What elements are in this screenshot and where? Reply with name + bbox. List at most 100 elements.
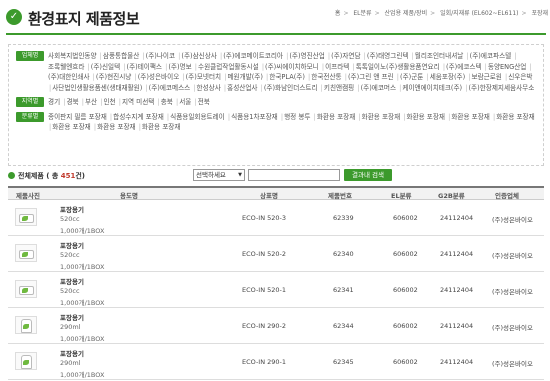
- breadcrumb-el[interactable]: EL분류: [353, 10, 371, 17]
- filter-separator: |: [93, 123, 97, 131]
- filter-link[interactable]: 식품용일회용트레이: [170, 113, 225, 121]
- filter-link[interactable]: 삼풍통합물산: [103, 52, 139, 60]
- filter-link[interactable]: 인천: [103, 98, 115, 106]
- product-el: 606002: [393, 250, 418, 258]
- filter-link[interactable]: 경기: [48, 98, 60, 106]
- filter-link[interactable]: (주)태영그린텍: [367, 52, 409, 60]
- filter-link[interactable]: (주)에코스텍: [446, 63, 481, 71]
- filter-link[interactable]: 부산: [85, 98, 97, 106]
- product-thumbnail[interactable]: [15, 280, 37, 298]
- breadcrumb-disposable[interactable]: 일회/지재류 (EL602~EL611): [440, 10, 518, 17]
- filter-link[interactable]: (주)영진산업: [289, 52, 324, 60]
- filter-link[interactable]: (주)삼신상사: [181, 52, 216, 60]
- product-name[interactable]: 포장용기: [60, 204, 84, 214]
- product-name[interactable]: 포장용기: [60, 348, 84, 358]
- table-row[interactable]: 포장용기 520cc 1,000개/1BOX ECO-IN 520-2 62340 606…: [8, 236, 544, 272]
- filter-link[interactable]: 한국PLA(주): [269, 73, 305, 81]
- filter-link[interactable]: (주)씨에이치하모니: [265, 63, 319, 71]
- filter-tag-category: 분류별: [16, 111, 44, 122]
- filter-link[interactable]: 화환용 포장재: [52, 123, 91, 131]
- filter-link[interactable]: 화환용 포장재: [317, 113, 356, 121]
- filter-link[interactable]: 화환용 포장재: [496, 113, 535, 121]
- filter-link[interactable]: 경북: [66, 98, 78, 106]
- title-divider: [6, 33, 546, 35]
- filter-link[interactable]: 동양ENG산업: [488, 63, 526, 71]
- filter-link[interactable]: 서울: [179, 98, 191, 106]
- filter-link[interactable]: 보람근로원: [472, 73, 502, 81]
- product-name[interactable]: 포장용기: [60, 240, 84, 250]
- filter-link[interactable]: 화환용 포장재: [142, 123, 181, 131]
- filter-link[interactable]: (주)성은바이오: [138, 73, 180, 81]
- filter-link[interactable]: (주)에코머스: [361, 84, 396, 92]
- product-size: 520cc: [60, 287, 80, 295]
- filter-link[interactable]: 세움포장(주): [430, 73, 465, 81]
- filter-link[interactable]: 충북: [161, 98, 173, 106]
- filter-link[interactable]: 이프라텍: [325, 63, 349, 71]
- filter-link[interactable]: 전북: [198, 98, 210, 106]
- table-row[interactable]: 포장용기 290ml 1,000개/1BOX ECO-IN 290-1 62345 606…: [8, 344, 544, 380]
- product-thumbnail[interactable]: [15, 208, 37, 226]
- filter-link[interactable]: (주)에코메스스: [149, 84, 191, 92]
- filter-link[interactable]: 화환용 포장재: [362, 113, 401, 121]
- filter-link[interactable]: (주)대한인쇄사: [48, 73, 90, 81]
- filter-link[interactable]: (주)에코메이트코리아: [223, 52, 283, 60]
- filter-link[interactable]: 행정 봉투: [284, 113, 310, 121]
- filter-separator: |: [166, 112, 170, 121]
- filter-link[interactable]: (주)한장제지세움사무소: [468, 84, 534, 92]
- filter-link[interactable]: (주)모넷터치: [186, 73, 221, 81]
- filter-separator: |: [484, 62, 487, 71]
- product-el: 606002: [393, 286, 418, 294]
- filter-link[interactable]: (주)테이팩스: [127, 63, 162, 71]
- search-button[interactable]: 결과내 검색: [344, 169, 392, 181]
- breadcrumb-industrial[interactable]: 산업용 제품/장비: [385, 10, 428, 17]
- filter-link[interactable]: 메원개발(주): [227, 73, 262, 81]
- filter-link[interactable]: 조록웰엔흐라: [48, 63, 84, 71]
- filter-link[interactable]: (주)자연담: [331, 52, 360, 60]
- product-number: 62340: [333, 250, 354, 258]
- filter-link[interactable]: 톡톡일이노(주)생활용품연요리: [356, 63, 440, 71]
- filter-link[interactable]: (주)군툰: [400, 73, 423, 81]
- search-select[interactable]: 선택하세요 ▼: [193, 169, 245, 181]
- product-name[interactable]: 포장용기: [60, 276, 84, 286]
- product-el: 606002: [393, 322, 418, 330]
- product-thumbnail[interactable]: [15, 352, 37, 370]
- product-name[interactable]: 포장용기: [60, 312, 84, 322]
- product-brand: ECO-IN 290-2: [242, 322, 287, 330]
- leaf-icon: ✓: [6, 9, 22, 25]
- filter-link[interactable]: (주)현진시냥: [96, 73, 131, 81]
- filter-separator: |: [442, 62, 446, 71]
- filter-link[interactable]: (주)그린 앤 프린: [348, 73, 394, 81]
- filter-separator: |: [448, 112, 451, 121]
- table-row[interactable]: 포장용기 520cc 1,000개/1BOX ECO-IN 520-3 62339 606…: [8, 200, 544, 236]
- filter-link[interactable]: 한국전산통: [311, 73, 341, 81]
- filter-link[interactable]: (주)신일텍: [91, 63, 120, 71]
- table-row[interactable]: 포장용기 290ml 1,000개/1BOX ECO-IN 290-2 62344 606…: [8, 308, 544, 344]
- filter-link[interactable]: 한성상사: [197, 84, 221, 92]
- filter-link[interactable]: 사회복지법인동양: [48, 52, 97, 60]
- filter-link[interactable]: 화환용 포장재: [407, 113, 446, 121]
- filter-link[interactable]: (주)에코파스텔: [470, 52, 512, 60]
- col-el: EL분류: [391, 192, 412, 200]
- filter-link[interactable]: 화환용 포장재: [97, 123, 136, 131]
- filter-link[interactable]: 식품용1차포장재: [231, 113, 278, 121]
- filter-link[interactable]: 종이판지 필름 포장재: [48, 113, 107, 121]
- filter-link[interactable]: 신우은박: [508, 73, 532, 81]
- search-input[interactable]: [248, 169, 340, 181]
- filter-link[interactable]: 홍성산업사: [227, 84, 257, 92]
- filter-link[interactable]: (주)화남인더스트리: [264, 84, 318, 92]
- product-thumbnail[interactable]: [15, 316, 37, 334]
- filter-link[interactable]: 합성수지계 포장재: [113, 113, 164, 121]
- breadcrumb-home[interactable]: 홈: [335, 10, 341, 17]
- product-thumbnail[interactable]: [15, 244, 37, 262]
- filter-link[interactable]: 사단법인생활용품센(생태재활원): [52, 84, 142, 92]
- filter-separator: |: [358, 112, 361, 121]
- table-row[interactable]: 포장용기 520cc 1,000개/1BOX ECO-IN 520-1 62341 606…: [8, 272, 544, 308]
- filter-link[interactable]: 키친앤캠핑: [324, 84, 354, 92]
- filter-link[interactable]: 수원클럽작업활동시설: [198, 63, 259, 71]
- filter-link[interactable]: (주)나이코: [146, 52, 175, 60]
- filter-link[interactable]: (주)명보: [168, 63, 191, 71]
- filter-link[interactable]: 화환용 포장재: [451, 113, 490, 121]
- filter-link[interactable]: 월리조인터내셔날: [415, 52, 464, 60]
- filter-link[interactable]: 케이앤에이치테크(주): [402, 84, 462, 92]
- filter-link[interactable]: 지역 미선택: [122, 98, 154, 106]
